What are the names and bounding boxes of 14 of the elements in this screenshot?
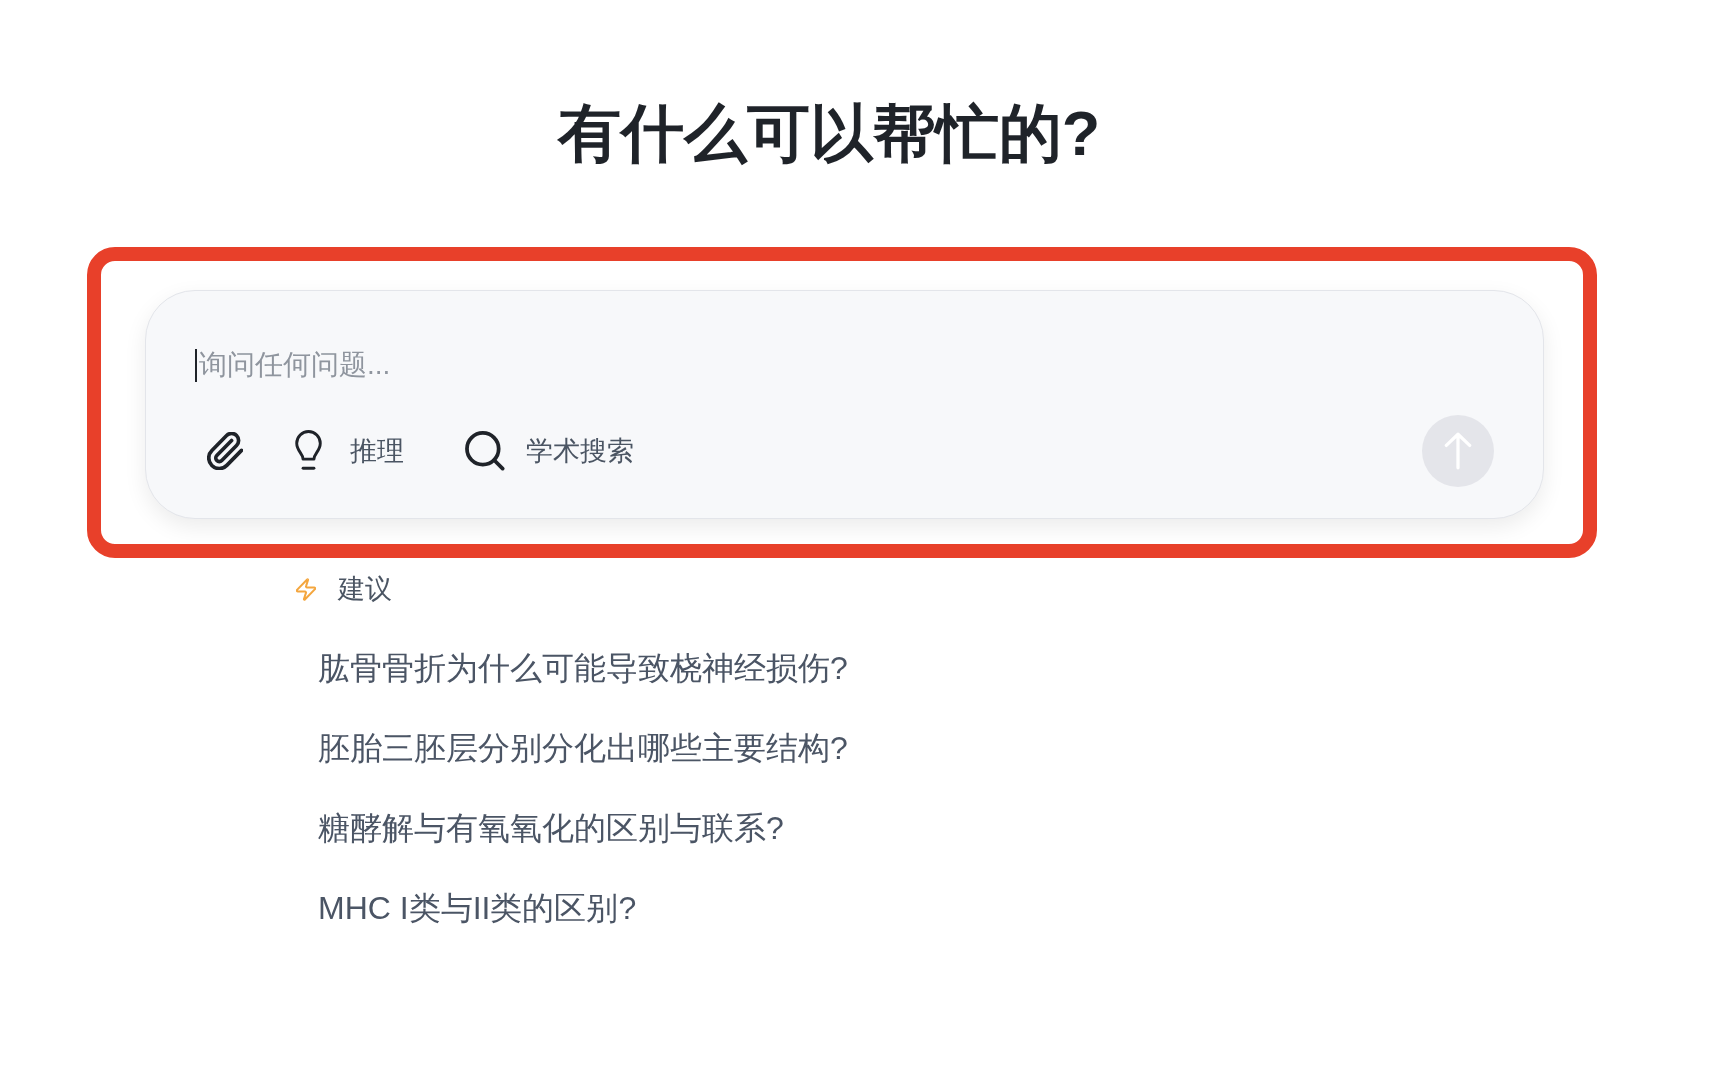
input-field[interactable]: 询问任何问题... — [199, 343, 1494, 387]
suggestions-heading: 建议 — [338, 575, 392, 603]
suggestion-item[interactable]: 糖酵解与有氧氧化的区别与联系? — [318, 808, 784, 848]
paperclip-icon — [207, 432, 243, 470]
search-button[interactable]: 学术搜索 — [457, 427, 642, 475]
suggestion-item[interactable]: 肱骨骨折为什么可能导致桡神经损伤? — [318, 648, 848, 688]
lightbulb-icon — [294, 430, 323, 472]
page-title: 有什么可以帮忙的? — [557, 102, 1101, 165]
arrow-up-icon — [1444, 432, 1472, 470]
suggestion-item[interactable]: MHC I类与II类的区别? — [318, 888, 637, 928]
suggestion-item[interactable]: 胚胎三胚层分别分化出哪些主要结构? — [318, 728, 848, 768]
lightning-icon — [296, 577, 316, 601]
search-icon — [465, 431, 505, 471]
reasoning-button[interactable]: 推理 — [286, 426, 412, 476]
